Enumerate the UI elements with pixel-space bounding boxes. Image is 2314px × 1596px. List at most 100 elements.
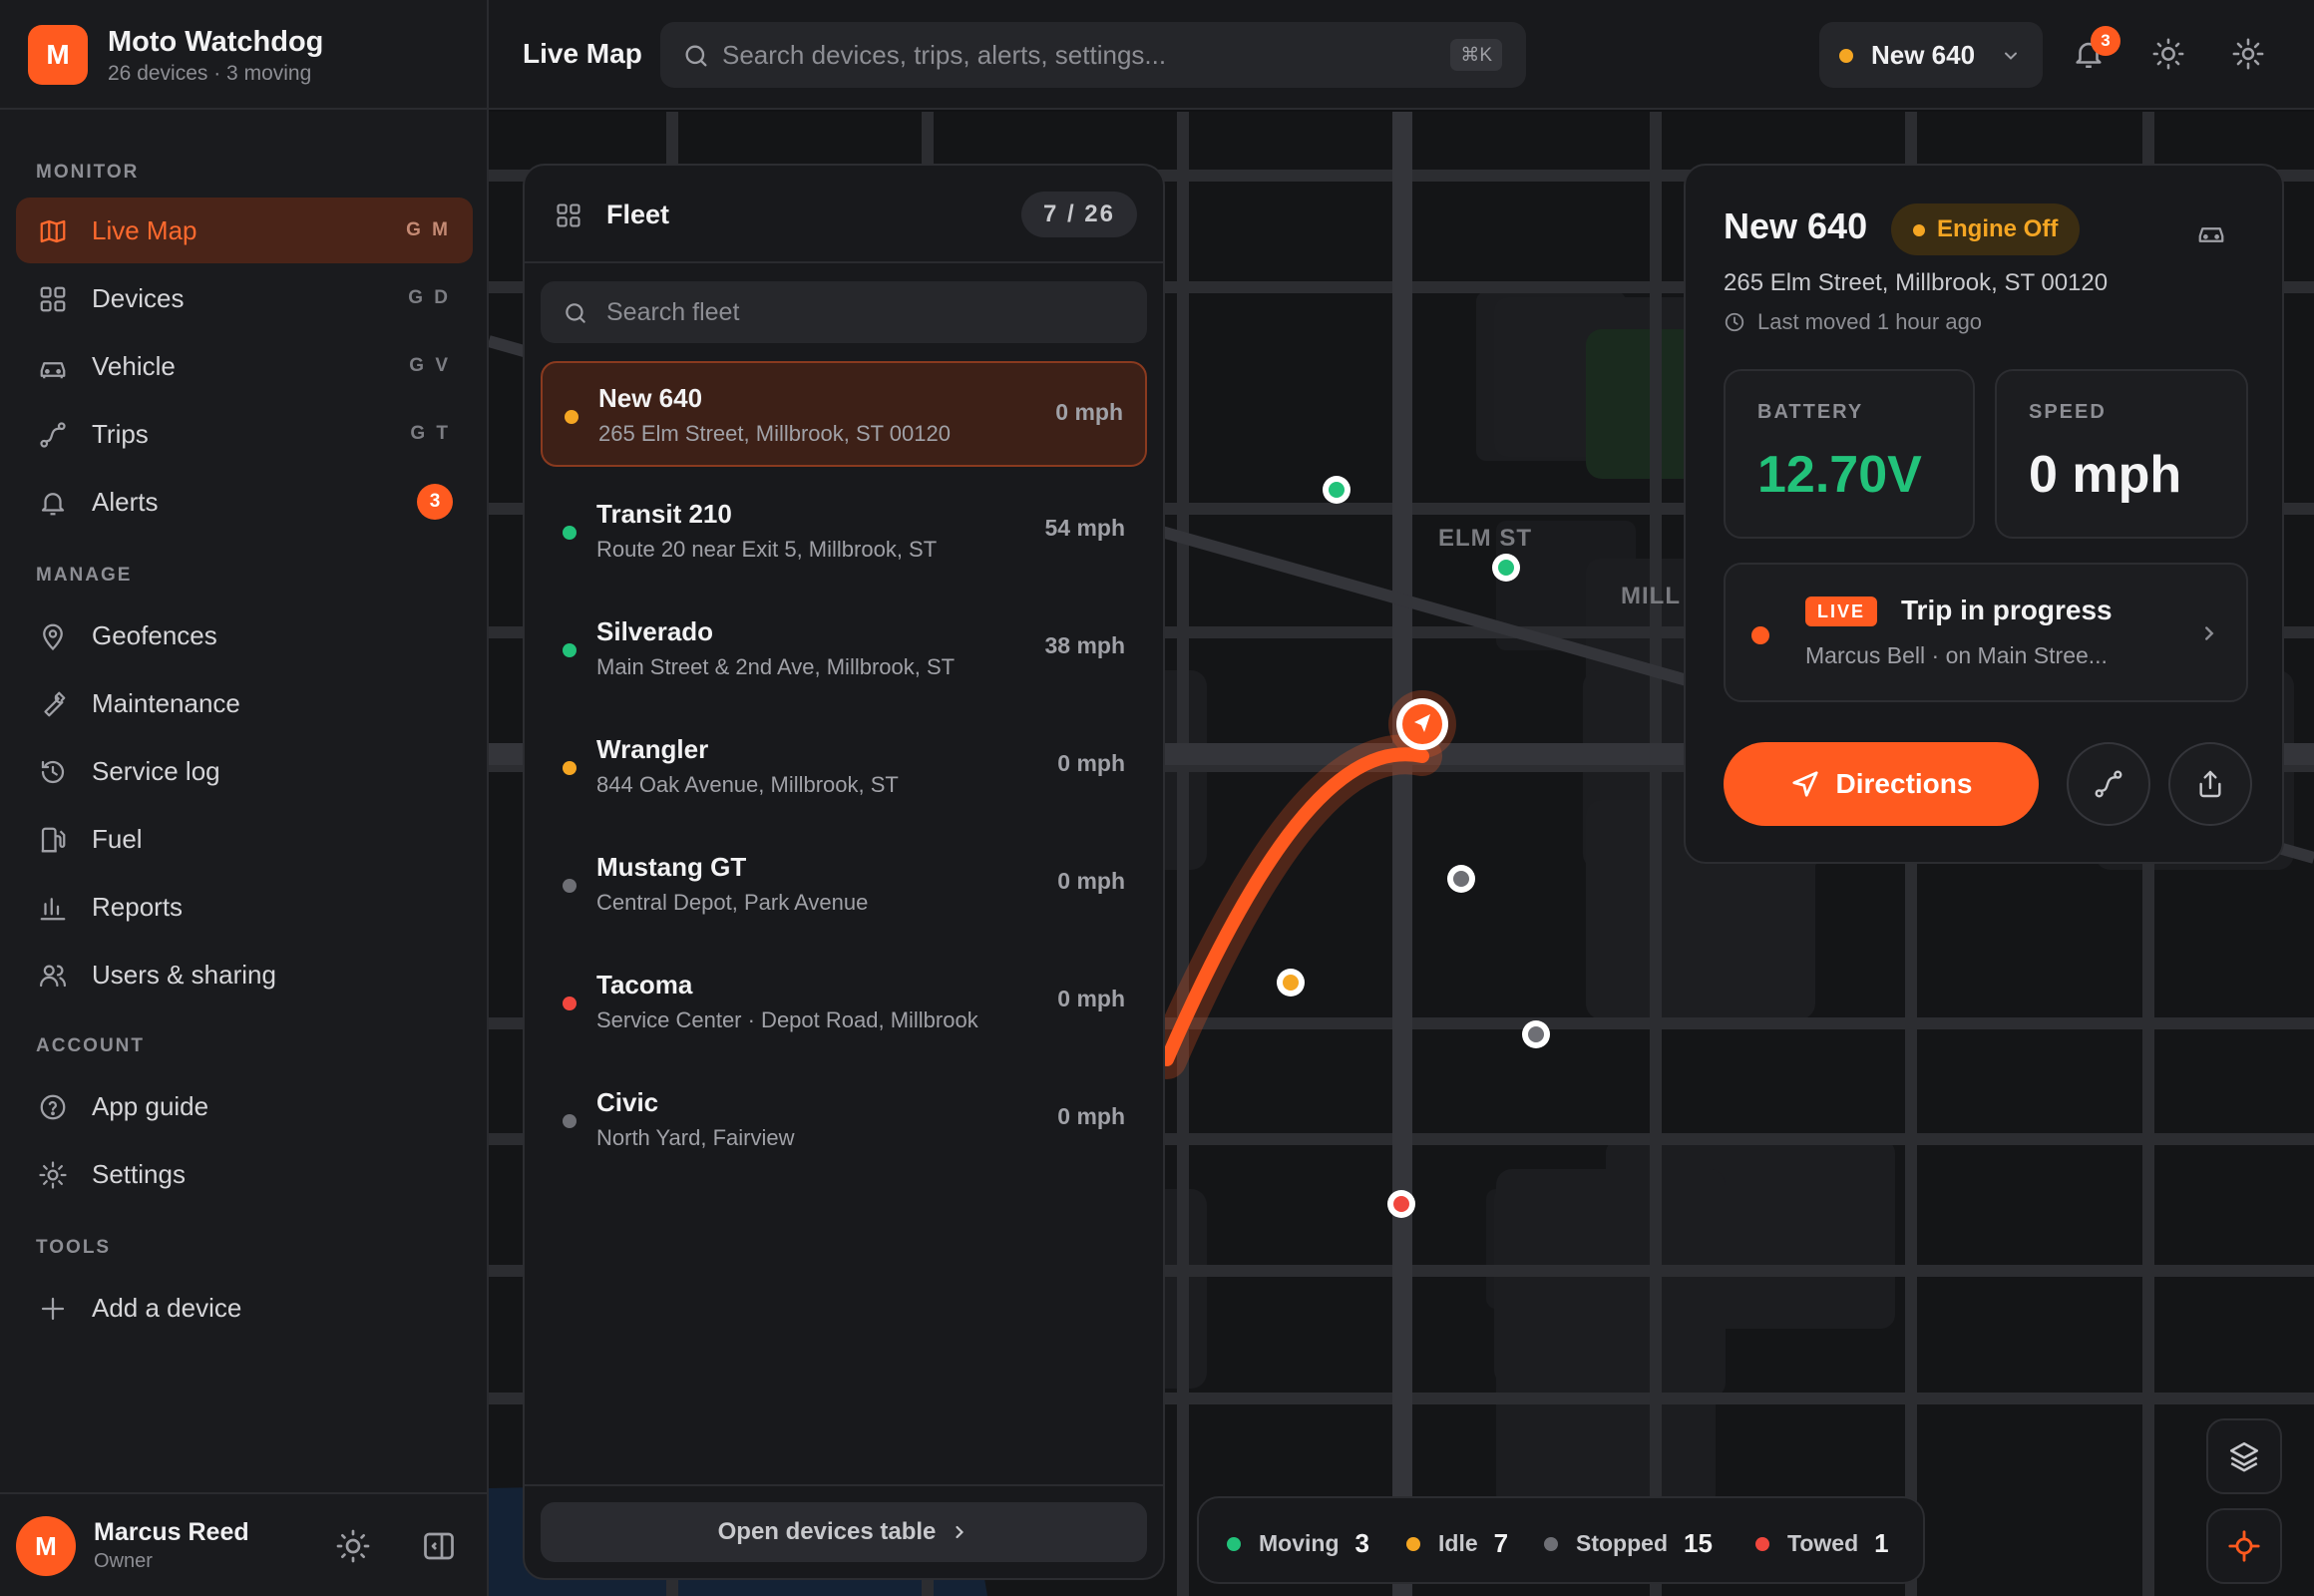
sidebar-item-label: Devices	[92, 282, 185, 313]
vehicle-selector[interactable]: New 640	[1819, 22, 2043, 88]
sidebar-item-devices[interactable]: Devices G D	[16, 265, 473, 331]
fleet-row[interactable]: Civic North Yard, Fairview 0 mph	[541, 1067, 1147, 1173]
live-dot	[1751, 626, 1769, 644]
legend-item-stopped[interactable]: Stopped 15	[1544, 1528, 1713, 1559]
engine-status-dot	[1913, 224, 1925, 236]
sidebar-item-service-log[interactable]: Service log	[16, 738, 473, 804]
vehicle-speed: 38 mph	[1044, 632, 1125, 658]
notification-count-badge: 3	[2091, 26, 2121, 56]
legend-count: 15	[1684, 1528, 1713, 1558]
avatar[interactable]: M	[16, 1516, 76, 1576]
sidebar-item-live-map[interactable]: Live Map G M	[16, 198, 473, 263]
theme-toggle-icon[interactable]	[335, 1528, 371, 1564]
sidebar: M Moto Watchdog 26 devices · 3 moving MO…	[0, 0, 489, 1596]
sidebar-item-reports[interactable]: Reports	[16, 874, 473, 940]
open-devices-table-button[interactable]: Open devices table	[541, 1502, 1147, 1562]
battery-label: BATTERY	[1757, 401, 1864, 423]
status-legend: Moving 3 Idle 7 Stopped 15 Towed 1	[1197, 1496, 1925, 1584]
vehicle-address: Central Depot, Park Avenue	[596, 890, 869, 915]
fleet-row[interactable]: Transit 210 Route 20 near Exit 5, Millbr…	[541, 479, 1147, 585]
brand-subtitle: 26 devices · 3 moving	[108, 62, 312, 85]
battery-value: 12.70V	[1757, 446, 1922, 504]
fleet-search[interactable]	[541, 281, 1147, 343]
trip-title: Trip in progress	[1901, 595, 2113, 625]
fleet-row[interactable]: Silverado Main Street & 2nd Ave, Millbro…	[541, 597, 1147, 702]
vehicle-speed: 0 mph	[1057, 868, 1125, 894]
crosshair-icon	[2228, 1530, 2260, 1562]
sidebar-item-label: Live Map	[92, 214, 197, 245]
vehicle-address: North Yard, Fairview	[596, 1125, 795, 1150]
route-button[interactable]	[2067, 742, 2150, 826]
global-search[interactable]: ⌘K	[660, 22, 1526, 88]
sidebar-item-add-device[interactable]: Add a device	[16, 1275, 473, 1341]
sidebar-item-label: Users & sharing	[92, 959, 276, 990]
vehicle-detail-card: New 640 Engine Off 265 Elm Street, Millb…	[1684, 164, 2284, 864]
recenter-button[interactable]	[2206, 1508, 2282, 1584]
fleet-row[interactable]: Tacoma Service Center · Depot Road, Mill…	[541, 950, 1147, 1055]
search-input[interactable]	[722, 34, 1420, 76]
fleet-row[interactable]: Wrangler 844 Oak Avenue, Millbrook, ST 0…	[541, 714, 1147, 820]
sidebar-item-settings[interactable]: Settings	[16, 1141, 473, 1207]
collapse-sidebar-icon[interactable]	[421, 1528, 457, 1564]
fleet-row[interactable]: New 640 265 Elm Street, Millbrook, ST 00…	[541, 361, 1147, 467]
vehicle-speed: 0 mph	[1057, 750, 1125, 776]
sun-icon	[2152, 38, 2184, 70]
legend-item-towed[interactable]: Towed 1	[1755, 1528, 1889, 1559]
route-icon	[2095, 770, 2122, 798]
share-button[interactable]	[2168, 742, 2252, 826]
last-moved-label: Last moved 1 hour ago	[1757, 309, 1983, 334]
shortcut-hint: G T	[410, 423, 451, 444]
sidebar-item-vehicle[interactable]: Vehicle G V	[16, 333, 473, 399]
sidebar-item-trips[interactable]: Trips G T	[16, 401, 473, 467]
users-icon	[40, 965, 66, 988]
sidebar-item-label: Geofences	[92, 619, 217, 650]
vehicle-name: Silverado	[596, 616, 714, 646]
wrench-icon	[44, 691, 66, 717]
trip-in-progress-card[interactable]: LIVE Trip in progress Marcus Bell · on M…	[1724, 563, 2248, 702]
plus-icon	[41, 1297, 65, 1321]
fleet-count-badge: 7 / 26	[1020, 192, 1137, 237]
sidebar-item-label: Fuel	[92, 823, 143, 854]
speed-stat: SPEED 0 mph	[1995, 369, 2248, 539]
speed-label: SPEED	[2029, 401, 2107, 423]
status-dot	[565, 410, 578, 424]
section-label-manage: MANAGE	[36, 565, 133, 586]
sidebar-item-app-guide[interactable]: App guide	[16, 1073, 473, 1139]
status-dot	[563, 997, 577, 1010]
sidebar-item-users-sharing[interactable]: Users & sharing	[16, 942, 473, 1007]
status-dot	[563, 761, 577, 775]
sidebar-item-label: App guide	[92, 1090, 209, 1121]
legend-item-idle[interactable]: Idle 7	[1406, 1528, 1508, 1559]
chevron-right-icon	[956, 1525, 964, 1539]
route-icon	[40, 422, 66, 448]
settings-button[interactable]	[2224, 30, 2272, 78]
sidebar-item-alerts[interactable]: Alerts 3	[16, 469, 473, 535]
street-label-elm: ELM ST	[1438, 525, 1532, 552]
search-icon	[685, 45, 707, 67]
help-icon	[40, 1094, 66, 1120]
notifications-button[interactable]: 3	[2065, 26, 2121, 78]
history-icon	[41, 760, 65, 784]
brand-logo[interactable]: M	[28, 25, 88, 85]
sidebar-item-fuel[interactable]: Fuel	[16, 806, 473, 872]
directions-button[interactable]: Directions	[1724, 742, 2039, 826]
vehicle-name: Wrangler	[596, 734, 709, 764]
legend-item-moving[interactable]: Moving 3	[1227, 1528, 1369, 1559]
legend-label: Towed	[1787, 1530, 1859, 1556]
fleet-search-input[interactable]	[606, 291, 1125, 333]
engine-status-badge: Engine Off	[1891, 203, 2081, 255]
trip-subtitle: Marcus Bell · on Main Stree...	[1805, 642, 2108, 668]
gear-icon	[2232, 38, 2264, 70]
sidebar-item-maintenance[interactable]: Maintenance	[16, 670, 473, 736]
battery-stat: BATTERY 12.70V	[1724, 369, 1975, 539]
section-label-tools: TOOLS	[36, 1237, 112, 1258]
fleet-row[interactable]: Mustang GT Central Depot, Park Avenue 0 …	[541, 832, 1147, 938]
directions-label: Directions	[1835, 768, 1973, 799]
user-name: Marcus Reed	[94, 1518, 249, 1546]
theme-button[interactable]	[2144, 30, 2192, 78]
vehicle-selector-label: New 640	[1871, 40, 1976, 70]
grid-icon	[557, 203, 580, 227]
map-layers-button[interactable]	[2206, 1418, 2282, 1494]
sidebar-item-geofences[interactable]: Geofences	[16, 602, 473, 668]
legend-label: Stopped	[1576, 1530, 1668, 1556]
